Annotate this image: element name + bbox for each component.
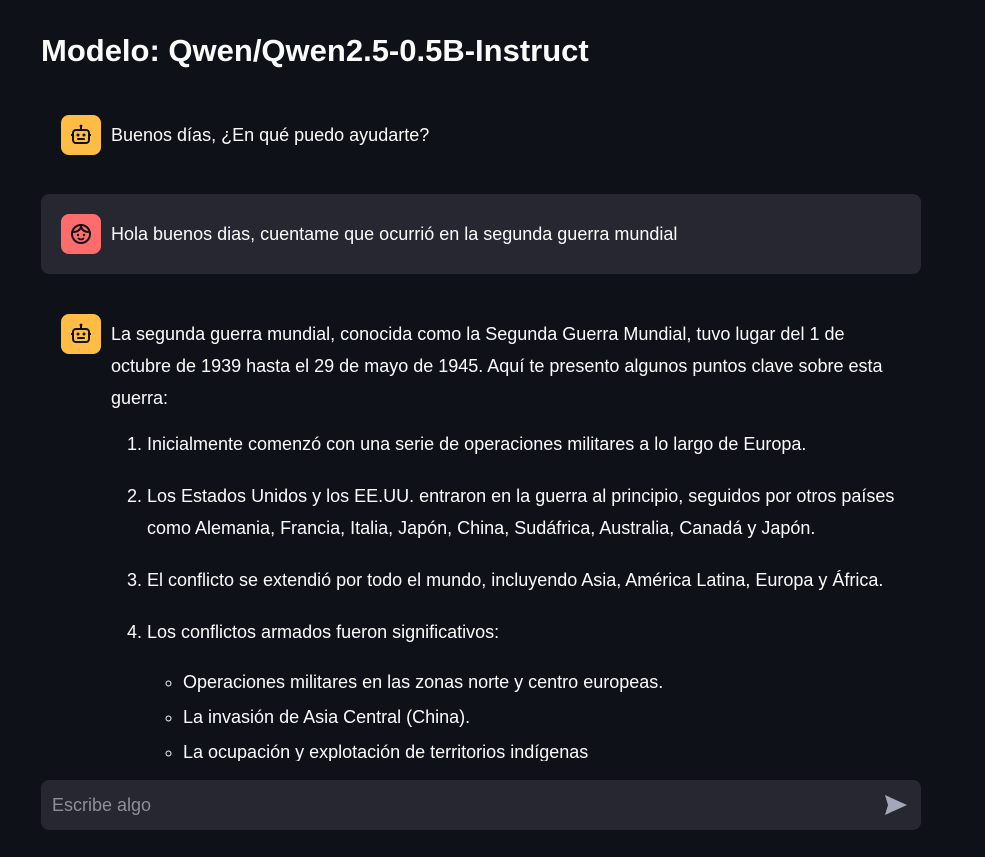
user-message: Hola buenos dias, cuentame que ocurrió e… (41, 194, 921, 274)
key-points-list: Inicialmente comenzó con una serie de op… (111, 428, 901, 761)
list-item: El conflicto se extendió por todo el mun… (147, 564, 901, 596)
assistant-message: La segunda guerra mundial, conocida como… (41, 314, 921, 761)
robot-icon (71, 124, 91, 144)
chat-input-bar (41, 780, 921, 830)
assistant-avatar (61, 314, 101, 354)
assistant-message: Buenos días, ¿En qué puedo ayudarte? (41, 115, 921, 155)
sub-list-item: La invasión de Asia Central (China). (183, 701, 901, 733)
assistant-intro-paragraph: La segunda guerra mundial, conocida como… (111, 324, 883, 408)
chat-input[interactable] (41, 780, 871, 830)
sub-points-list: Operaciones militares en las zonas norte… (147, 666, 901, 761)
user-avatar (61, 214, 101, 254)
list-item-text: Los conflictos armados fueron significat… (147, 622, 500, 642)
send-icon (885, 795, 907, 815)
send-button[interactable] (871, 780, 921, 830)
list-item: Los conflictos armados fueron significat… (147, 616, 901, 761)
chat-history[interactable]: Buenos días, ¿En qué puedo ayudarte? Hol… (41, 95, 921, 761)
list-item: Inicialmente comenzó con una serie de op… (147, 428, 901, 460)
assistant-message-body: La segunda guerra mundial, conocida como… (111, 314, 901, 761)
sub-list-item: Operaciones militares en las zonas norte… (183, 666, 901, 698)
assistant-avatar (61, 115, 101, 155)
face-icon (71, 223, 91, 244)
chat-app: Modelo: Qwen/Qwen2.5-0.5B-Instruct Bueno… (0, 0, 985, 857)
sub-list-item: La ocupación y explotación de territorio… (183, 736, 901, 761)
page-title: Modelo: Qwen/Qwen2.5-0.5B-Instruct (41, 33, 589, 68)
list-item: Los Estados Unidos y los EE.UU. entraron… (147, 480, 901, 544)
robot-icon (71, 323, 91, 343)
assistant-message-text: Buenos días, ¿En qué puedo ayudarte? (111, 125, 430, 145)
user-message-text: Hola buenos dias, cuentame que ocurrió e… (111, 224, 678, 244)
